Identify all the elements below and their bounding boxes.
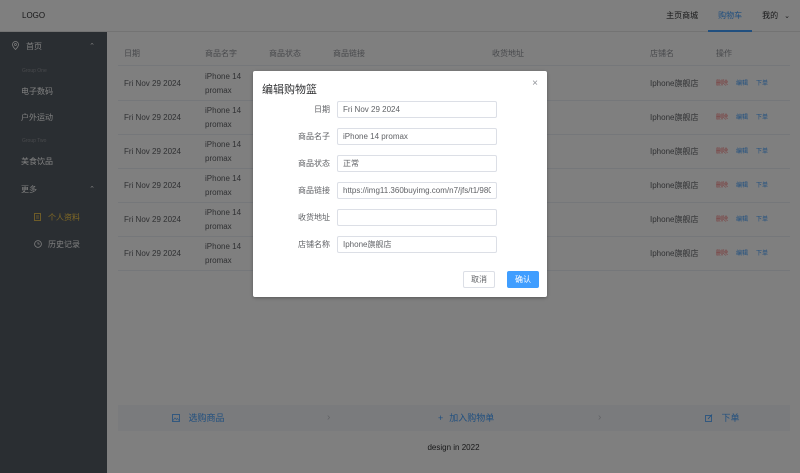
date-label: 日期 <box>314 105 330 114</box>
address-input[interactable] <box>337 209 497 226</box>
shop-input[interactable] <box>337 236 497 253</box>
status-label: 商品状态 <box>298 159 330 168</box>
form-row-link: 商品链接 <box>253 182 547 199</box>
date-input[interactable] <box>337 101 497 118</box>
close-icon[interactable]: × <box>532 78 538 89</box>
cancel-button[interactable]: 取消 <box>463 271 495 288</box>
address-label: 收货地址 <box>298 213 330 222</box>
form-row-shop: 店铺名称 <box>253 236 547 253</box>
shop-label: 店铺名称 <box>298 240 330 249</box>
form-row-address: 收货地址 <box>253 209 547 226</box>
link-input[interactable] <box>337 182 497 199</box>
form-row-name: 商品名子 <box>253 128 547 145</box>
form-row-date: 日期 <box>253 101 547 118</box>
dialog-title: 编辑购物篮 <box>262 84 317 96</box>
form-row-status: 商品状态 <box>253 155 547 172</box>
status-input[interactable] <box>337 155 497 172</box>
name-input[interactable] <box>337 128 497 145</box>
name-label: 商品名子 <box>298 132 330 141</box>
link-label: 商品链接 <box>298 186 330 195</box>
edit-cart-dialog: 编辑购物篮 × 日期 商品名子 商品状态 商品链接 收货地址 店铺名称 取消 确… <box>253 71 547 297</box>
confirm-button[interactable]: 确认 <box>507 271 539 288</box>
